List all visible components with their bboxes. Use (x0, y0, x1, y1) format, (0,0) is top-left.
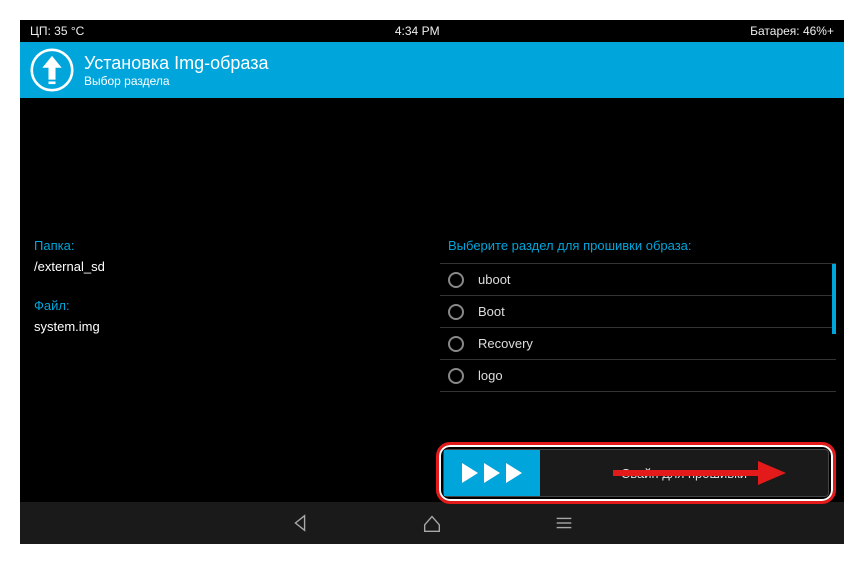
page-title: Установка Img-образа (84, 53, 268, 74)
partition-name: uboot (478, 272, 511, 287)
partition-item-uboot[interactable]: uboot (440, 264, 836, 296)
radio-icon (448, 272, 464, 288)
home-icon[interactable] (421, 512, 443, 534)
battery-status: Батарея: 46%+ (750, 24, 834, 38)
radio-icon (448, 368, 464, 384)
partition-item-logo[interactable]: logo (440, 360, 836, 392)
partition-item-recovery[interactable]: Recovery (440, 328, 836, 360)
partition-name: logo (478, 368, 503, 383)
radio-icon (448, 304, 464, 320)
swipe-slider[interactable]: Свайп для прошивки (443, 449, 829, 497)
play-icon (460, 463, 480, 483)
back-icon[interactable] (289, 512, 311, 534)
radio-icon (448, 336, 464, 352)
page-subtitle: Выбор раздела (84, 74, 268, 88)
folder-value: /external_sd (34, 259, 440, 274)
partition-list[interactable]: uboot Boot Recovery logo (440, 263, 836, 392)
swipe-handle[interactable] (444, 450, 540, 496)
nav-bar (20, 502, 844, 544)
twrp-logo-icon (30, 48, 74, 92)
cpu-temp: ЦП: 35 °C (30, 24, 84, 38)
app-header: Установка Img-образа Выбор раздела (20, 42, 844, 98)
swipe-highlight: Свайп для прошивки (436, 442, 836, 504)
scrollbar[interactable] (832, 264, 836, 334)
file-label: Файл: (34, 298, 440, 313)
partition-name: Recovery (478, 336, 533, 351)
play-icon (482, 463, 502, 483)
partition-item-boot[interactable]: Boot (440, 296, 836, 328)
partition-name: Boot (478, 304, 505, 319)
clock: 4:34 PM (395, 24, 440, 38)
file-value: system.img (34, 319, 440, 334)
play-icon (504, 463, 524, 483)
menu-icon[interactable] (553, 512, 575, 534)
status-bar: ЦП: 35 °C 4:34 PM Батарея: 46%+ (20, 20, 844, 42)
folder-label: Папка: (34, 238, 440, 253)
partition-label: Выберите раздел для прошивки образа: (440, 238, 836, 253)
annotation-arrow-icon (608, 458, 788, 488)
